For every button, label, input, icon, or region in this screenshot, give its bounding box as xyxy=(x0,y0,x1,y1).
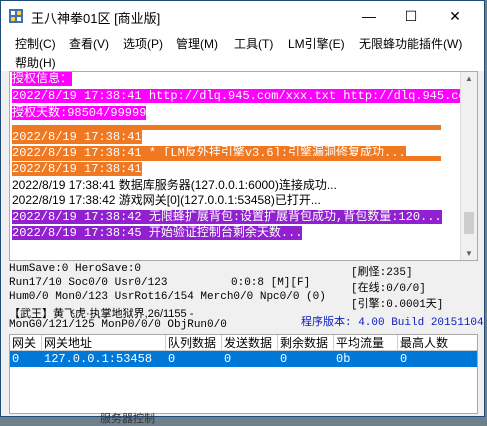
table-row[interactable]: 0 127.0.0.1:53458 0 0 0 0b 0 xyxy=(10,351,477,367)
status-hum: Hum0/0 Mon0/123 UsrRot16/154 Merch0/0 Np… xyxy=(9,291,326,303)
log-panel[interactable]: 授权信息： 2022/8/19 17:38:41 http://dlq.945.c… xyxy=(9,71,478,261)
gateway-table[interactable]: 网关 网关地址 队列数据 发送数据 剩余数据 平均流量 最高人数 0 127.0… xyxy=(9,334,478,414)
status-timer: 0:0:8 [M][F] xyxy=(231,277,311,289)
log-line: 2022/8/19 17:38:45 开始验证控制台剩余天数... xyxy=(12,226,303,240)
online-count: [在线:0/0/0] xyxy=(351,283,426,295)
window-title: 王八神拳01区 [商业版] xyxy=(31,11,161,26)
column-header[interactable]: 平均流量 xyxy=(334,335,398,351)
menu-options[interactable]: 选项(P) xyxy=(123,35,163,52)
table-cell: 0 xyxy=(280,352,288,366)
menu-control[interactable]: 控制(C) xyxy=(15,35,56,52)
menu-lm-engine[interactable]: LM引擎(E) xyxy=(288,35,345,52)
log-line: 2022/8/19 17:38:41 http://dlq.945.com/xx… xyxy=(12,89,477,103)
column-header[interactable]: 剩余数据 xyxy=(278,335,334,351)
maximize-button[interactable]: ☐ xyxy=(388,1,434,31)
menu-plugin[interactable]: 无限蜂功能插件(W) xyxy=(359,35,462,52)
log-line: 2022/8/19 17:38:41 数据库服务器(127.0.0.1:6000… xyxy=(12,178,337,192)
table-cell: 0 xyxy=(400,352,408,366)
column-header[interactable]: 网关 xyxy=(10,335,42,351)
app-window: 王八神拳01区 [商业版] — ☐ ✕ 控制(C) 查看(V) 选项(P) 管理… xyxy=(0,0,485,417)
menu-tools[interactable]: 工具(T) xyxy=(234,35,273,52)
log-scrollbar[interactable]: ▲ ▼ xyxy=(460,72,477,260)
column-header[interactable]: 发送数据 xyxy=(222,335,278,351)
title-bar: 王八神拳01区 [商业版] — ☐ ✕ xyxy=(1,1,484,31)
log-line: 授权信息： xyxy=(12,72,73,86)
table-cell: 127.0.0.1:53458 xyxy=(44,352,153,366)
table-cell: 0 xyxy=(12,352,20,366)
log-line: 2022/8/19 17:38:41 xyxy=(12,130,142,144)
log-line: 2022/8/19 17:38:42 游戏网关[0](127.0.0.1:534… xyxy=(12,193,321,207)
menu-view[interactable]: 查看(V) xyxy=(69,35,109,52)
minimize-button[interactable]: — xyxy=(346,1,392,31)
column-header[interactable]: 最高人数 xyxy=(398,335,477,351)
taskbar-label: 服务器控制 xyxy=(100,413,155,425)
column-header[interactable]: 网关地址 xyxy=(42,335,166,351)
status-save: HumSave:0 HeroSave:0 xyxy=(9,263,142,275)
table-cell: 0 xyxy=(168,352,176,366)
refresh-count: [刷怪:235] xyxy=(351,267,413,279)
menu-bar: 控制(C) 查看(V) 选项(P) 管理(M) 工具(T) LM引擎(E) 无限… xyxy=(1,31,484,71)
table-cell: 0b xyxy=(336,352,351,366)
menu-manage[interactable]: 管理(M) xyxy=(176,35,218,52)
status-mon: MonG0/121/125 MonP0/0/0 ObjRun0/0 xyxy=(9,319,227,331)
separator-bar xyxy=(12,125,441,130)
status-run: Run17/10 Soc0/0 Usr0/123 xyxy=(9,277,168,289)
app-icon xyxy=(9,9,23,23)
log-line: 2022/8/19 17:38:42 无限蜂扩展背包:设置扩展背包成功,背包数量… xyxy=(12,210,442,224)
program-version: 程序版本: 4.00 Build 20151104 xyxy=(301,317,484,329)
scroll-thumb[interactable] xyxy=(464,212,474,234)
scroll-down-icon[interactable]: ▼ xyxy=(461,249,477,258)
column-header[interactable]: 队列数据 xyxy=(166,335,222,351)
log-line: 2022/8/19 17:38:41 xyxy=(12,162,142,176)
table-cell: 0 xyxy=(224,352,232,366)
engine-days: [引擎:0.0001天] xyxy=(351,299,444,311)
menu-help[interactable]: 帮助(H) xyxy=(15,54,56,71)
separator-bar xyxy=(12,156,441,161)
close-button[interactable]: ✕ xyxy=(432,1,478,31)
scroll-up-icon[interactable]: ▲ xyxy=(461,74,477,83)
log-line: 授权天数:98504/99999 xyxy=(12,106,147,120)
